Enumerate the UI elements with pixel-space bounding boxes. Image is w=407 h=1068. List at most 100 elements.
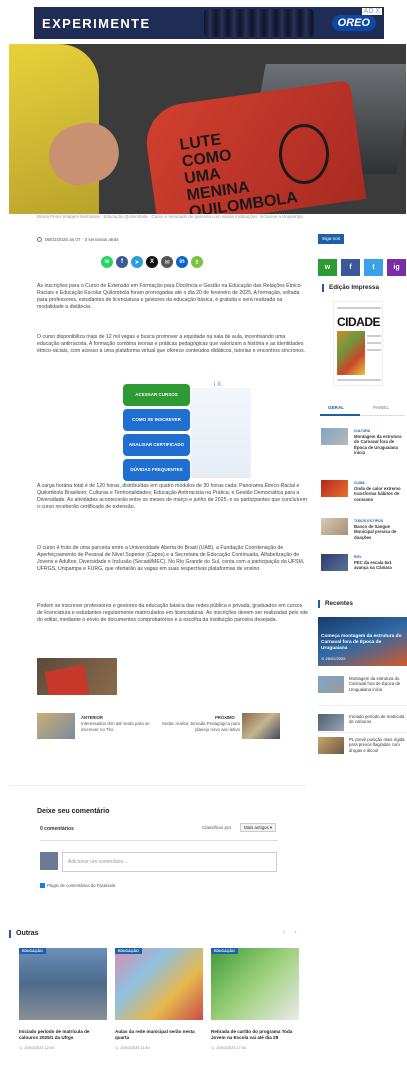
- whatsapp-icon[interactable]: w: [318, 259, 337, 276]
- cover-bar: [367, 335, 381, 337]
- related-card-image: EDUCAÇÃO: [19, 948, 107, 1020]
- recent-item-image: [318, 676, 344, 693]
- recent-item-title: PL prevê punição mais rígida para presos…: [349, 737, 405, 753]
- telegram-icon[interactable]: ➤: [131, 256, 143, 268]
- facebook-icon[interactable]: f: [341, 259, 360, 276]
- avatar: [40, 852, 58, 870]
- next-title: Sedac realiza Jornada Pedagógica para pl…: [161, 721, 240, 732]
- ad-button-inscrever[interactable]: Como se inscrever: [123, 409, 190, 431]
- cover-bar: [337, 307, 381, 309]
- cover-photo: [337, 331, 365, 375]
- email-icon[interactable]: ✉: [161, 256, 173, 268]
- category-tag: EDUCAÇÃO: [211, 948, 238, 954]
- sidebar-item-title: Montagem da estrutura do Carnaval fora d…: [354, 434, 402, 456]
- tab-painel[interactable]: PAINEL: [373, 405, 389, 410]
- gallery-thumbnail[interactable]: [37, 658, 117, 695]
- follow-us-tag: Siga-nos: [318, 234, 345, 244]
- ad-headline: EXPERIMENTE: [42, 15, 151, 31]
- sort-label: Classificar por: [202, 825, 232, 830]
- clock-icon: ◷: [19, 1046, 23, 1050]
- section-accent-bar: [322, 284, 324, 292]
- article-paragraph: As inscrições para o Curso de Extensão e…: [37, 283, 303, 311]
- outras-title: Outras: [16, 930, 39, 937]
- image-caption: Bruna Penis Imagem Ilustrativa · Educaçã…: [37, 214, 303, 219]
- clock-icon: ◷: [115, 1046, 119, 1050]
- related-card-image: EDUCAÇÃO: [211, 948, 299, 1020]
- printed-edition-cover[interactable]: CIDADE: [333, 301, 383, 386]
- ad-button-certificado[interactable]: Analisar certificado: [123, 434, 190, 456]
- x-icon[interactable]: X: [146, 256, 158, 268]
- inline-ad[interactable]: i X Acessar cursos Como se inscrever Ana…: [121, 382, 251, 482]
- sidebar-item-title: Banco de Sangue Municipal precisa de doa…: [354, 524, 397, 540]
- previous-label: ANTERIOR: [81, 715, 103, 720]
- date-text: 20/02/2025 17:54: [216, 1045, 246, 1050]
- article-paragraph: O curso é fruto de uma parceria entre a …: [37, 545, 305, 573]
- section-accent-bar: [9, 930, 11, 938]
- share-icon[interactable]: ⇪: [191, 256, 203, 268]
- ad-button-duvidas[interactable]: Dúvidas frequentes: [123, 459, 190, 481]
- ad-info-icon[interactable]: i X: [214, 382, 221, 388]
- sidebar-item-category: CULTURA: [354, 429, 371, 433]
- related-card-date: ◷ 20/02/2025 12:00: [19, 1045, 54, 1051]
- comment-input[interactable]: Adicionar um comentário...: [62, 852, 277, 872]
- comments-section: Deixe seu comentário 0 comentários Class…: [9, 785, 307, 900]
- previous-post-image: [37, 713, 75, 739]
- recent-feature-date: ⊙ 26/02/2025: [321, 656, 346, 661]
- sidebar-item-title: PEC da escala 6x1 avança na Câmara: [354, 560, 392, 571]
- cover-bar: [367, 342, 381, 344]
- divider: [318, 705, 407, 706]
- article-paragraph: A carga horária total é de 120 horas, di…: [37, 483, 307, 511]
- date-text: 20/02/2025 11:40: [120, 1045, 150, 1050]
- instagram-icon[interactable]: ig: [387, 259, 406, 276]
- sort-dropdown[interactable]: Mais antigos ▾: [240, 823, 277, 832]
- date-text: 20/02/2025 12:00: [24, 1045, 54, 1050]
- sidebar-item-image: [321, 554, 348, 571]
- clock-icon: ◷: [211, 1046, 215, 1050]
- outras-carousel-nav[interactable]: ‹ ›: [283, 930, 301, 936]
- tab-underline: [320, 414, 360, 416]
- related-card-date: ◷ 20/02/2025 17:54: [211, 1045, 246, 1051]
- sidebar-item-image: [321, 518, 348, 535]
- related-card-title: Iniciado período de matrícula de calouro…: [19, 1029, 90, 1040]
- sidebar-item-category: RGV: [354, 555, 362, 559]
- ad-button-acessar[interactable]: Acessar cursos: [123, 384, 190, 406]
- recent-feature-title: Começa montagem da estrutura do Carnaval…: [321, 634, 402, 651]
- facebook-icon[interactable]: f: [116, 256, 128, 268]
- recent-item-image: [318, 714, 344, 731]
- recent-item-title: Iniciado período de matrícula de calouro…: [349, 714, 405, 725]
- sidebar-item-category: TODOS OS TIPOS: [354, 519, 383, 523]
- sidebar-item-image: [321, 480, 348, 497]
- top-ad-banner[interactable]: EXPERIMENTE OREO AD X: [34, 7, 384, 39]
- twitter-icon[interactable]: t: [364, 259, 383, 276]
- cover-bar: [367, 349, 381, 351]
- recent-feature-card[interactable]: Começa montagem da estrutura do Carnaval…: [318, 617, 407, 666]
- post-date: 06/02/2025 às 07 · 3 semanas atrás: [45, 237, 119, 242]
- whatsapp-icon[interactable]: w: [101, 256, 113, 268]
- clock-icon: [37, 237, 42, 242]
- related-card-image: EDUCAÇÃO: [115, 948, 203, 1020]
- linkedin-icon[interactable]: in: [176, 256, 188, 268]
- related-card-title: Aulas da rede municipal serão nesta quar…: [115, 1029, 195, 1040]
- tab-geral[interactable]: GERAL: [328, 405, 344, 410]
- hero-image: LUTE COMO UMA MENINA QUILOMBOLA: [9, 44, 406, 214]
- sidebar-social-buttons: w f t ig: [318, 259, 406, 276]
- category-tag: EDUCAÇÃO: [19, 948, 46, 954]
- recent-item-image: [318, 737, 344, 754]
- thumbnail-shirt: [44, 664, 90, 695]
- ad-close-icon[interactable]: AD X: [361, 8, 382, 15]
- share-buttons: w f ➤ X ✉ in ⇪: [101, 256, 203, 268]
- next-post-image: [242, 713, 280, 739]
- comments-title: Deixe seu comentário: [37, 808, 110, 815]
- facebook-plugin-link[interactable]: Plugin de comentários do Facebook: [40, 883, 116, 888]
- related-card-date: ◷ 20/02/2025 11:40: [115, 1045, 150, 1051]
- article-paragraph: O curso disponibiliza mais de 12 mil vag…: [37, 334, 306, 355]
- comments-count: 0 comentários: [40, 826, 74, 832]
- facebook-icon: [40, 883, 45, 888]
- sidebar-item-category: CLIMA: [354, 481, 365, 485]
- ad-cookies-image: [204, 9, 314, 37]
- related-card-title: Retirada de cartão do programa Toda Jove…: [211, 1029, 293, 1040]
- section-accent-bar: [318, 600, 320, 608]
- plugin-label: Plugin de comentários do Facebook: [47, 883, 116, 888]
- recent-item-title: Montagem da estrutura do Carnaval fora d…: [349, 676, 401, 692]
- edition-title: Edição Impressa: [329, 284, 380, 291]
